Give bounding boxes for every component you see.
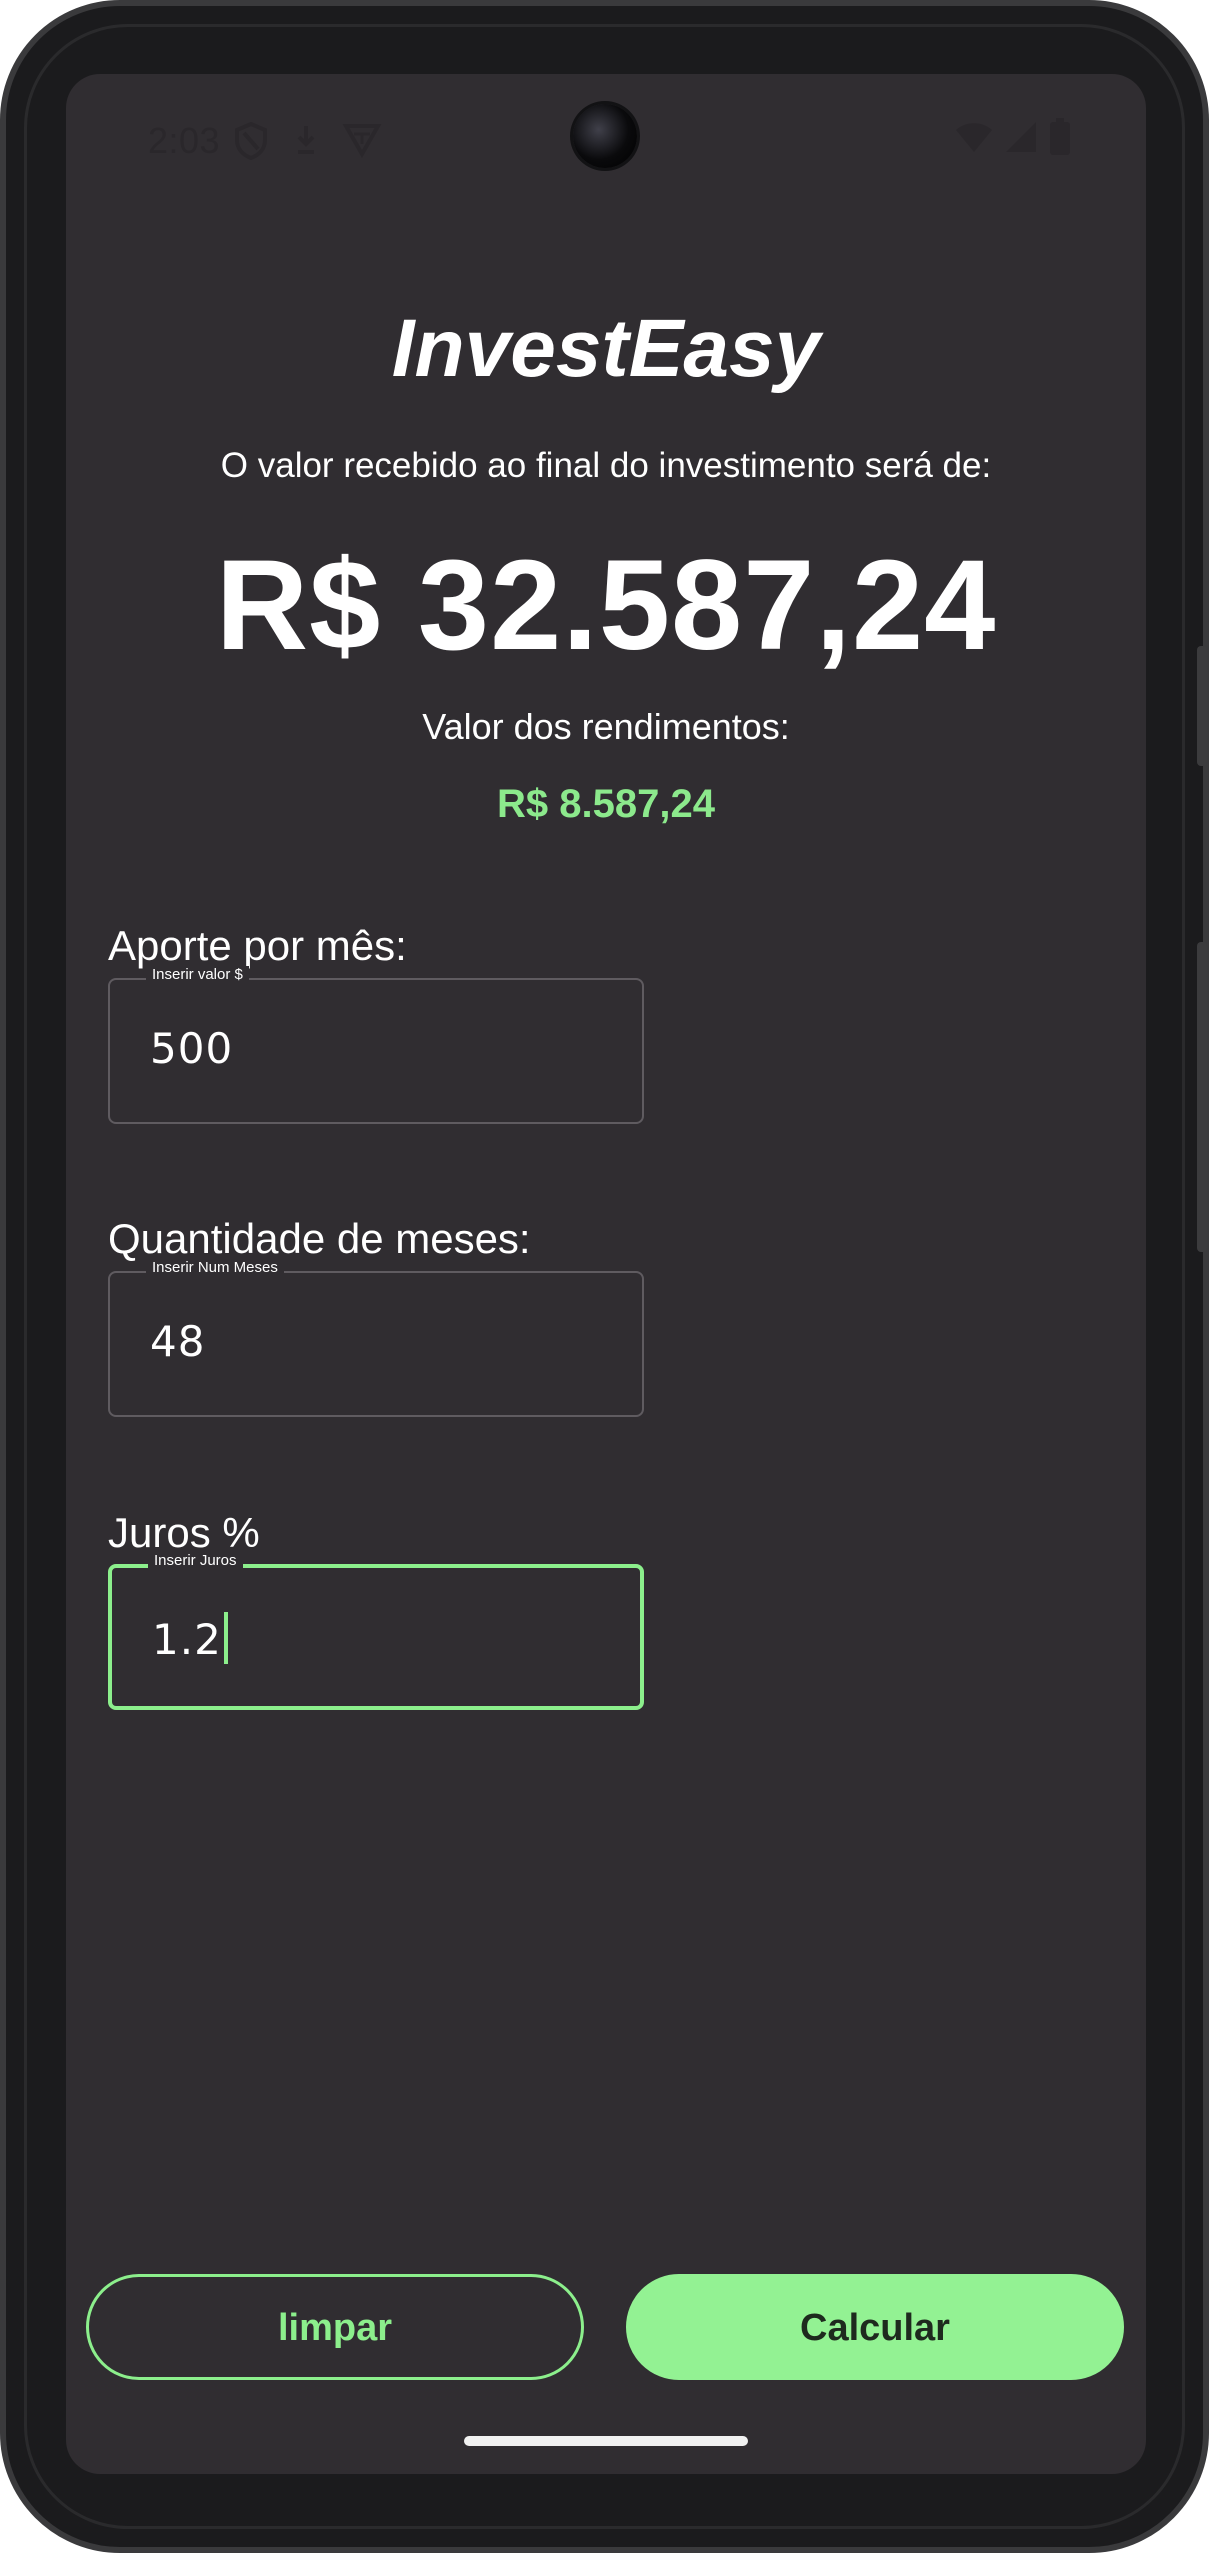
months-quantity-hint: Inserir Num Meses	[146, 1259, 284, 1276]
clear-button[interactable]: limpar	[86, 2274, 584, 2380]
phone-frame: 2:03 InvestEasy O valor recebido ao fina…	[0, 0, 1209, 2553]
vpn-icon	[342, 122, 382, 163]
status-time: 2:03	[148, 120, 221, 161]
volume-button	[1197, 942, 1207, 1252]
earnings-label: Valor dos rendimentos:	[422, 706, 790, 747]
monthly-contribution-hint: Inserir valor $	[146, 966, 249, 983]
signal-icon	[1002, 120, 1038, 159]
monthly-contribution-value: 500	[150, 1024, 234, 1073]
earnings-value: R$ 8.587,24	[497, 782, 715, 826]
shield-icon	[234, 121, 268, 165]
power-button	[1197, 646, 1207, 766]
wifi-icon	[954, 120, 994, 159]
result-description: O valor recebido ao final do investiment…	[220, 446, 992, 485]
app-title: InvestEasy	[391, 303, 821, 394]
monthly-contribution-input[interactable]: Inserir valor $ 500	[108, 966, 644, 1124]
months-quantity-input[interactable]: Inserir Num Meses 48	[108, 1259, 644, 1417]
interest-value: 1.2	[152, 1615, 222, 1664]
app-screen: 2:03 InvestEasy O valor recebido ao fina…	[66, 74, 1146, 2474]
months-quantity-label: Quantidade de meses:	[108, 1215, 531, 1262]
status-bar: 2:03	[66, 74, 1146, 204]
calculate-button[interactable]: Calcular	[626, 2274, 1124, 2380]
interest-value-wrap: 1.2	[152, 1612, 228, 1664]
interest-label: Juros %	[108, 1509, 260, 1556]
download-icon	[292, 122, 320, 163]
interest-input[interactable]: Inserir Juros 1.2	[108, 1552, 644, 1710]
months-quantity-value: 48	[150, 1317, 206, 1366]
interest-hint: Inserir Juros	[148, 1552, 243, 1569]
text-cursor	[223, 1612, 228, 1664]
monthly-contribution-label: Aporte por mês:	[108, 922, 407, 969]
front-camera	[573, 104, 637, 168]
total-value: R$ 32.587,24	[215, 534, 997, 677]
battery-icon	[1049, 118, 1071, 161]
home-indicator[interactable]	[464, 2436, 748, 2446]
